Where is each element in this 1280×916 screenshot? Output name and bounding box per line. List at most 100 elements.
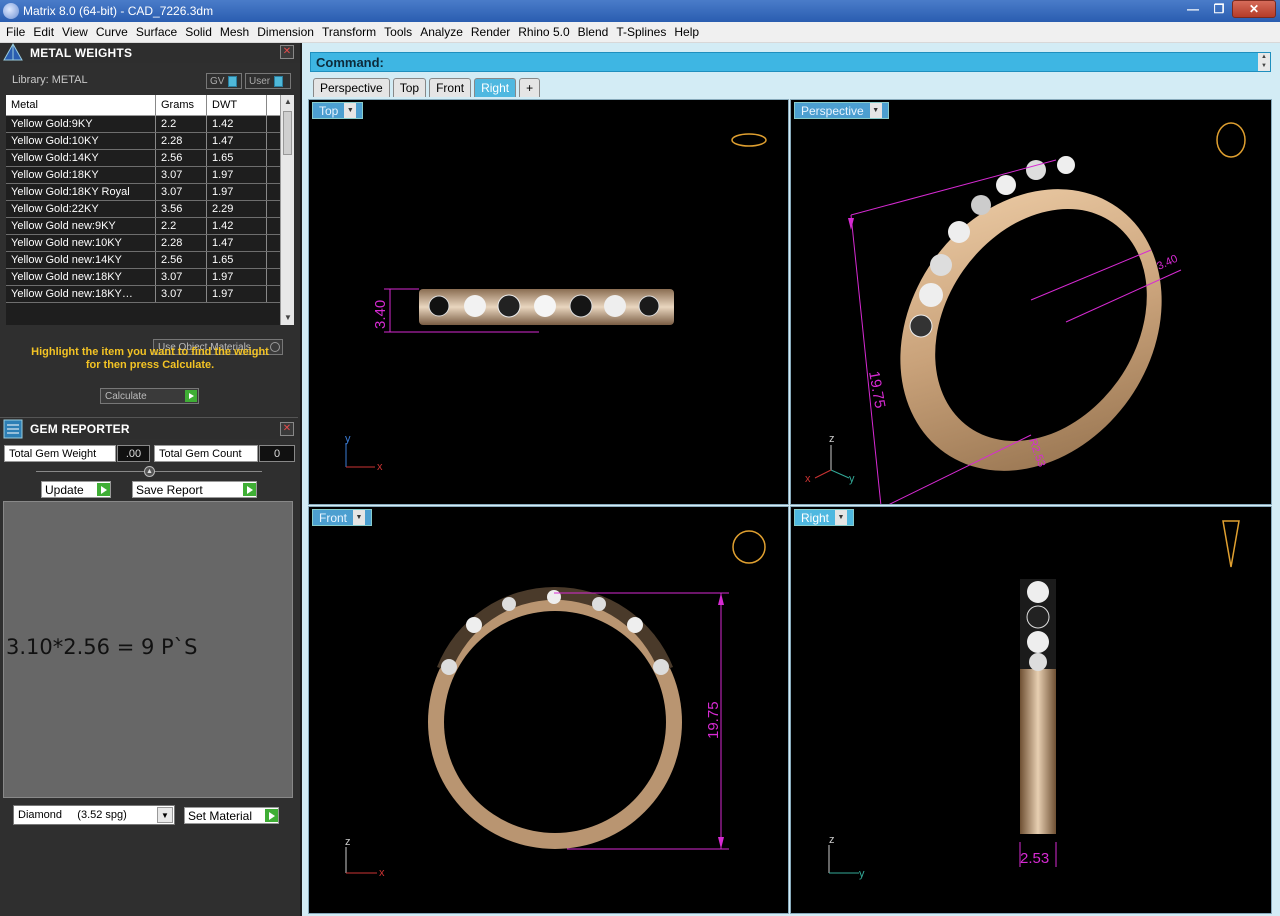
tab-top[interactable]: Top xyxy=(392,78,427,97)
minimize-icon[interactable]: — xyxy=(1180,0,1206,18)
column-dwt[interactable]: DWT xyxy=(207,95,267,115)
tab-front[interactable]: Front xyxy=(429,78,472,97)
collapse-arrow-icon[interactable]: ▲ xyxy=(144,466,155,477)
viewport-front[interactable]: 19.75 z x Front ▼ xyxy=(308,506,789,914)
window-title: Matrix 8.0 (64-bit) - CAD_7226.3dm xyxy=(23,4,214,18)
gv-toggle[interactable]: GV xyxy=(206,73,242,89)
play-icon xyxy=(265,809,278,822)
tab-right[interactable]: Right xyxy=(474,78,517,97)
menu-tools[interactable]: Tools xyxy=(380,25,416,39)
menu-view[interactable]: View xyxy=(58,25,92,39)
gem-reporter-panel: Total Gem Weight .00 Total Gem Count 0 ▲… xyxy=(0,439,300,916)
grams-cell: 2.28 xyxy=(156,235,207,251)
front-ring-thumbnail-icon xyxy=(732,530,766,564)
chevron-down-icon[interactable]: ▼ xyxy=(344,103,357,118)
column-metal[interactable]: Metal xyxy=(6,95,156,115)
metal-cell: Yellow Gold:18KY Royal xyxy=(6,184,156,200)
table-row[interactable]: Yellow Gold new:9KY 2.2 1.42 xyxy=(6,218,294,235)
maximize-icon[interactable]: ❐ xyxy=(1206,0,1232,18)
app-icon xyxy=(3,3,19,19)
chevron-down-icon[interactable]: ▼ xyxy=(353,510,366,525)
perspective-view-canvas: 19.75 3.40 R2.53 z y x xyxy=(805,122,1246,504)
menu-render[interactable]: Render xyxy=(467,25,514,39)
viewport-label-text: Top xyxy=(319,103,339,118)
table-row[interactable]: Yellow Gold:9KY 2.2 1.42 xyxy=(6,116,294,133)
menu-file[interactable]: File xyxy=(2,25,29,39)
close-icon[interactable]: ✕ xyxy=(1232,0,1276,18)
right-ring-thumbnail-icon xyxy=(1222,520,1240,568)
axis-label: z xyxy=(345,836,351,848)
table-row[interactable]: Yellow Gold:18KY 3.07 1.97 xyxy=(6,167,294,184)
save-report-button[interactable]: Save Report xyxy=(132,481,257,498)
material-select[interactable]: Diamond (3.52 spg) ▼ xyxy=(13,805,175,825)
metal-table-scrollbar[interactable]: ▲ ▼ xyxy=(280,95,294,325)
command-bar[interactable]: Command: ▲ ▼ xyxy=(310,52,1271,72)
axis-label: x xyxy=(379,867,385,879)
table-row[interactable]: Yellow Gold:14KY 2.56 1.65 xyxy=(6,150,294,167)
menu-analyze[interactable]: Analyze xyxy=(416,25,467,39)
perspective-dimension: 19.75 xyxy=(865,370,888,410)
menu-mesh[interactable]: Mesh xyxy=(216,25,253,39)
metal-weights-close-icon[interactable]: ✕ xyxy=(280,45,294,59)
table-row[interactable]: Yellow Gold new:10KY 2.28 1.47 xyxy=(6,235,294,252)
viewport-label-perspective[interactable]: Perspective ▼ xyxy=(794,102,889,119)
menu-transform[interactable]: Transform xyxy=(318,25,380,39)
table-row[interactable]: Yellow Gold new:18KY… 3.07 1.97 xyxy=(6,286,294,303)
grams-cell: 2.2 xyxy=(156,218,207,234)
tab-perspective[interactable]: Perspective xyxy=(313,78,390,97)
grams-cell: 3.07 xyxy=(156,269,207,285)
table-row[interactable]: Yellow Gold:22KY 3.56 2.29 xyxy=(6,201,294,218)
viewport-label-front[interactable]: Front ▼ xyxy=(312,509,373,526)
dwt-cell: 1.65 xyxy=(207,150,267,166)
table-row[interactable]: Yellow Gold:18KY Royal 3.07 1.97 xyxy=(6,184,294,201)
chevron-down-icon[interactable]: ▼ xyxy=(157,807,173,823)
user-toggle[interactable]: User xyxy=(245,73,291,89)
table-row[interactable]: Yellow Gold new:14KY 2.56 1.65 xyxy=(6,252,294,269)
dwt-cell: 1.65 xyxy=(207,252,267,268)
grams-cell: 3.07 xyxy=(156,286,207,302)
command-scroll-icon[interactable]: ▲ ▼ xyxy=(1258,53,1270,71)
viewport-right[interactable]: 2.53 z y Right ▼ xyxy=(790,506,1272,914)
menu-surface[interactable]: Surface xyxy=(132,25,181,39)
chevron-down-icon[interactable]: ▼ xyxy=(835,510,848,525)
dwt-cell: 1.97 xyxy=(207,269,267,285)
menu-rhino[interactable]: Rhino 5.0 xyxy=(514,25,573,39)
menu-solid[interactable]: Solid xyxy=(181,25,216,39)
chevron-down-icon[interactable]: ▼ xyxy=(869,103,882,118)
metal-cell: Yellow Gold:9KY xyxy=(6,116,156,132)
scroll-down-icon[interactable]: ▼ xyxy=(281,311,294,325)
menu-help[interactable]: Help xyxy=(670,25,703,39)
viewport-label-top[interactable]: Top ▼ xyxy=(312,102,364,119)
dwt-cell: 1.42 xyxy=(207,116,267,132)
grams-cell: 3.07 xyxy=(156,167,207,183)
calculate-button[interactable]: Calculate xyxy=(100,388,199,404)
table-row[interactable]: Yellow Gold:10KY 2.28 1.47 xyxy=(6,133,294,150)
table-row[interactable]: Yellow Gold new:18KY 3.07 1.97 xyxy=(6,269,294,286)
gem-reporter-close-icon[interactable]: ✕ xyxy=(280,422,294,436)
title-bar: Matrix 8.0 (64-bit) - CAD_7226.3dm — ❐ ✕ xyxy=(0,0,1280,22)
report-area[interactable]: 3.10*2.56 = 9 P`S xyxy=(3,501,293,798)
dwt-cell: 1.97 xyxy=(207,167,267,183)
scroll-thumb[interactable] xyxy=(283,111,292,155)
menu-curve[interactable]: Curve xyxy=(92,25,132,39)
set-material-button[interactable]: Set Material xyxy=(184,807,279,824)
grams-cell: 2.2 xyxy=(156,116,207,132)
viewport-label-right[interactable]: Right ▼ xyxy=(794,509,855,526)
axis-label: z xyxy=(829,834,835,846)
grams-cell: 3.56 xyxy=(156,201,207,217)
viewport-perspective[interactable]: 19.75 3.40 R2.53 z y x Perspective ▼ xyxy=(790,99,1272,505)
menu-edit[interactable]: Edit xyxy=(29,25,58,39)
scroll-up-icon[interactable]: ▲ xyxy=(281,95,294,109)
front-view-canvas: 19.75 z x xyxy=(345,530,766,879)
metal-weights-title: METAL WEIGHTS xyxy=(30,46,133,60)
update-button[interactable]: Update xyxy=(41,481,111,498)
play-icon xyxy=(97,483,110,496)
metal-cell: Yellow Gold:10KY xyxy=(6,133,156,149)
menu-dimension[interactable]: Dimension xyxy=(253,25,318,39)
menu-blend[interactable]: Blend xyxy=(574,25,613,39)
total-gem-count-label: Total Gem Count xyxy=(154,445,258,462)
column-grams[interactable]: Grams xyxy=(156,95,207,115)
viewport-top[interactable]: 3.40 y x Top ▼ xyxy=(308,99,789,505)
add-tab-icon[interactable]: + xyxy=(519,78,541,97)
menu-tsplines[interactable]: T-Splines xyxy=(612,25,670,39)
